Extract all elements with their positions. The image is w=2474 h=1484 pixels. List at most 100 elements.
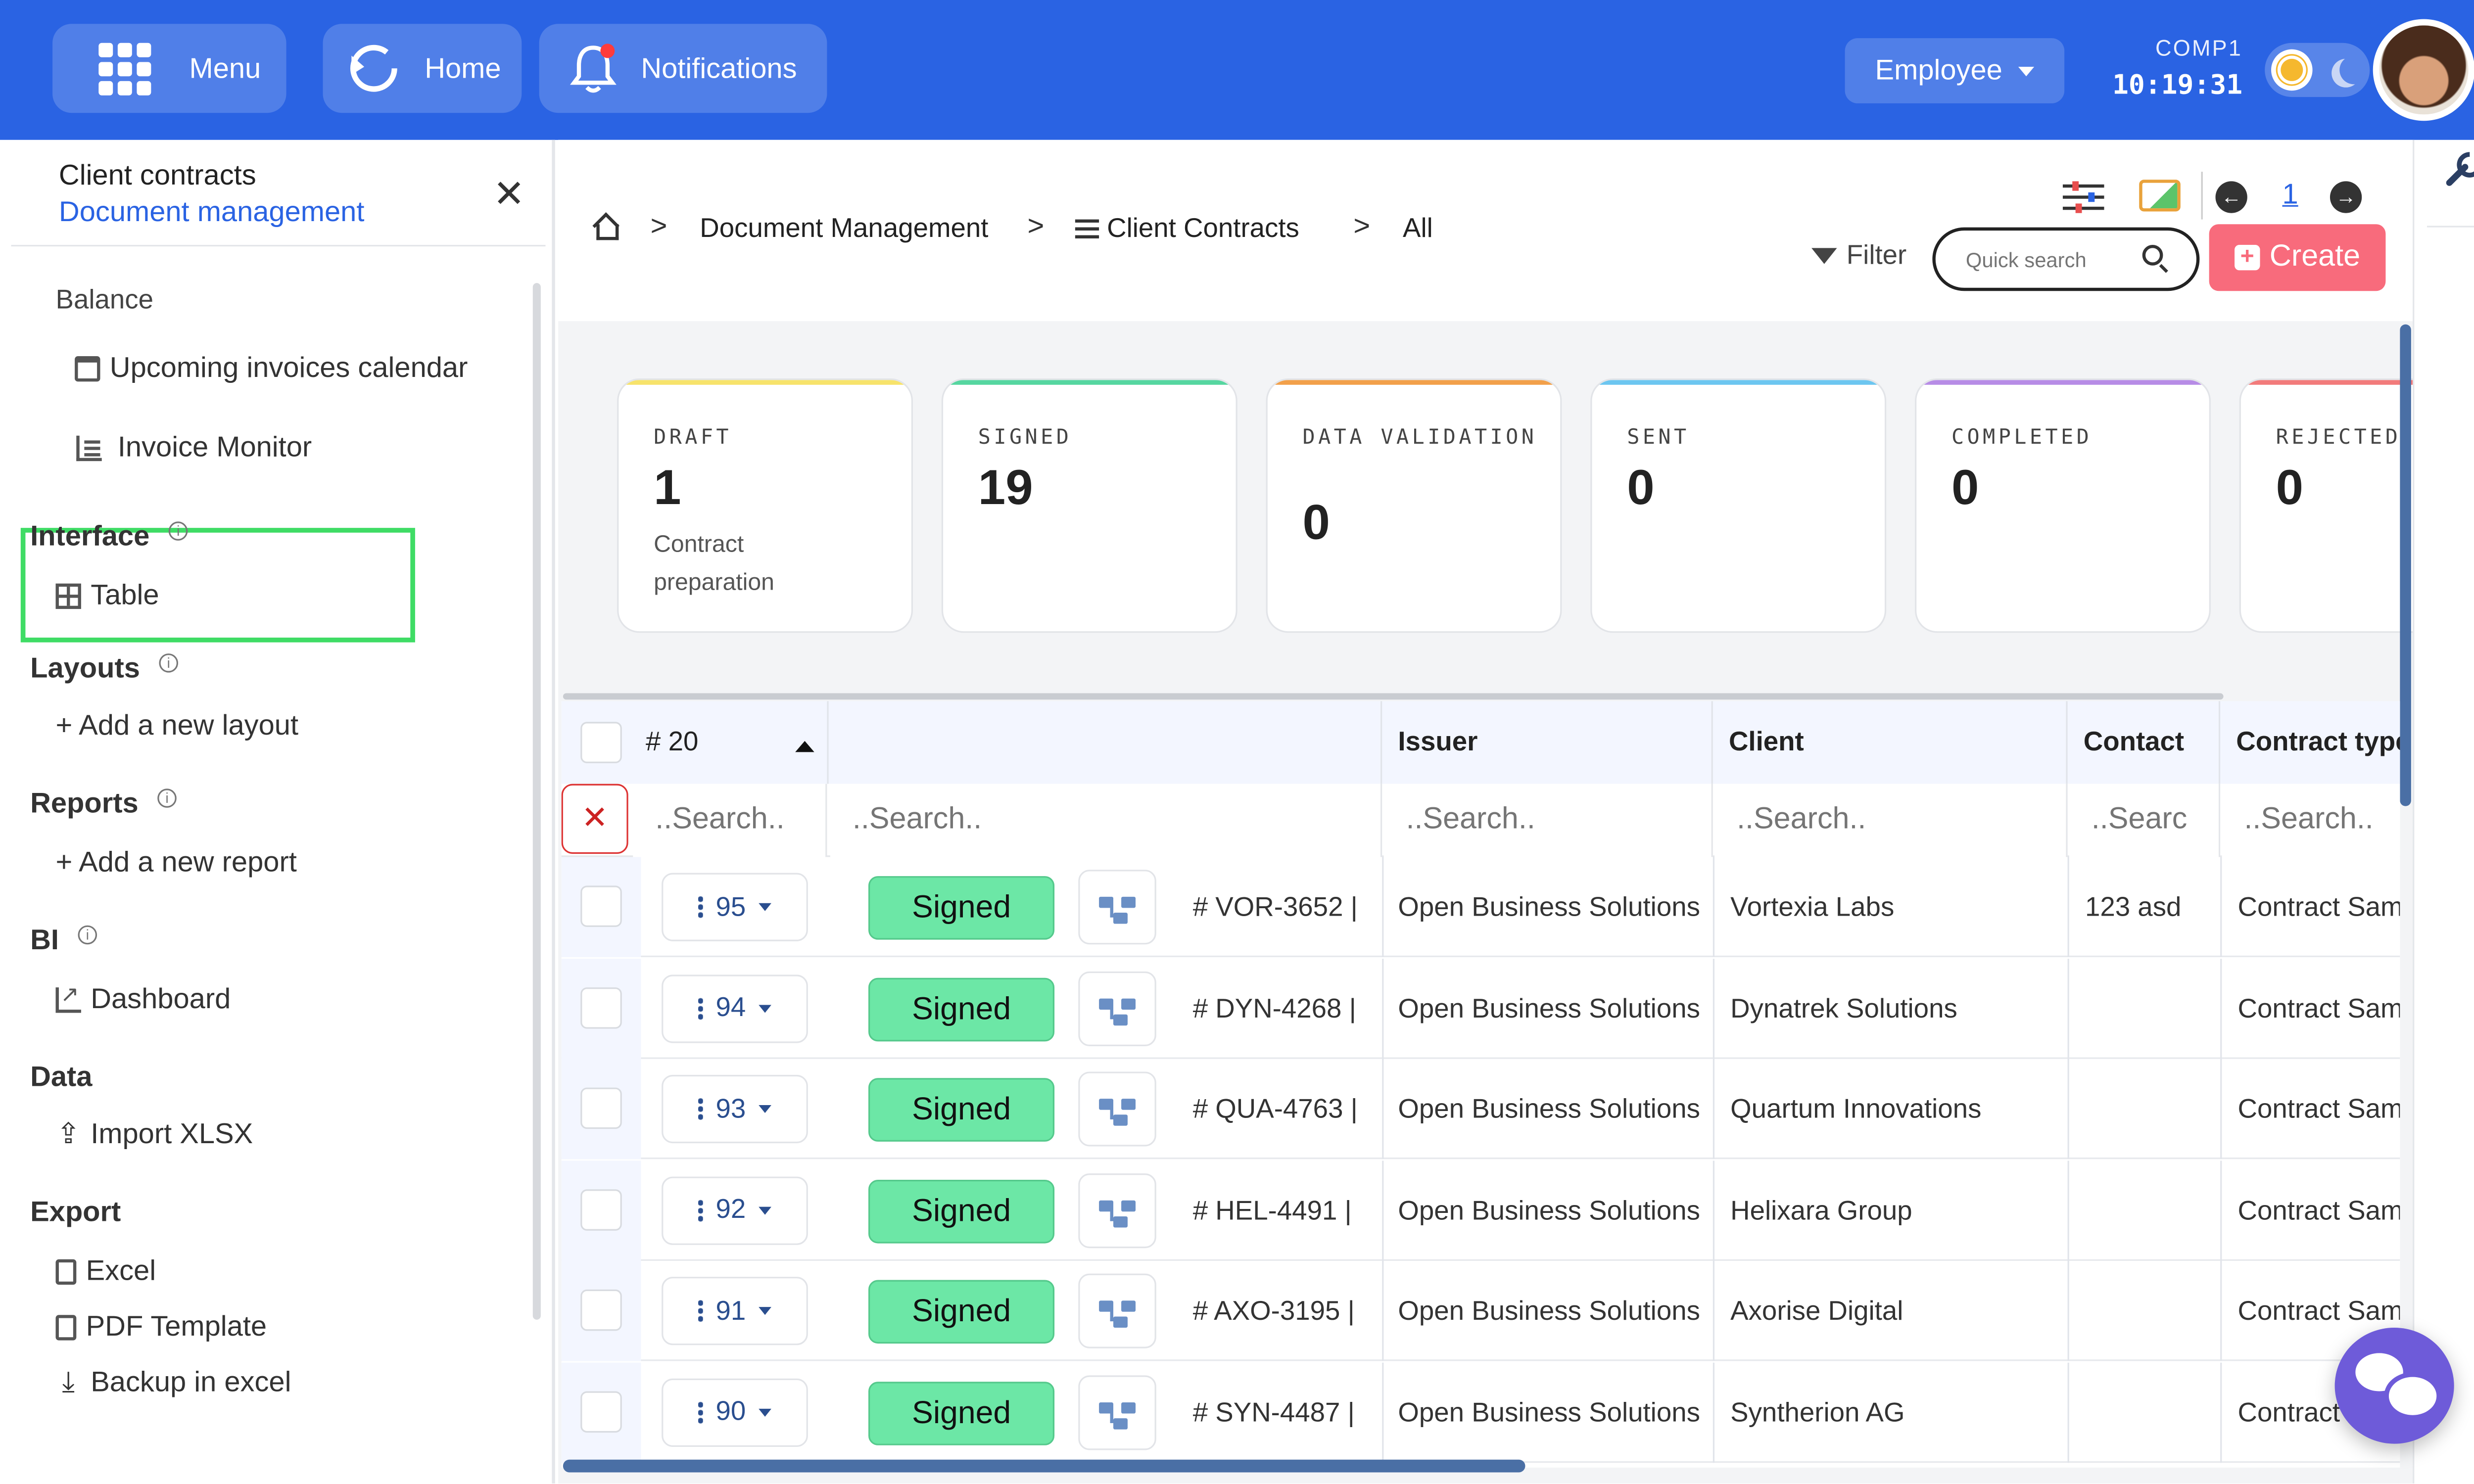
sidebar-item-label: Table bbox=[91, 579, 159, 611]
search-input-client[interactable] bbox=[1714, 784, 2068, 857]
column-header-issuer[interactable]: Issuer bbox=[1382, 701, 1713, 784]
status-card-signed[interactable]: SIGNED 19 bbox=[941, 378, 1237, 633]
row-checkbox[interactable] bbox=[580, 1188, 622, 1230]
table-row[interactable]: 94 Signed # DYN-4268 | Open Business Soluti… bbox=[561, 958, 2400, 1059]
row-checkbox[interactable] bbox=[580, 1289, 622, 1331]
contact-cell bbox=[2085, 1261, 2219, 1361]
workflow-icon[interactable] bbox=[1078, 1071, 1156, 1147]
arrow-right-icon[interactable]: → bbox=[2330, 181, 2362, 213]
sidebar-item-backup-excel[interactable]: ⤓ Backup in excel bbox=[56, 1366, 291, 1399]
divider bbox=[1382, 958, 1384, 1059]
column-header-client[interactable]: Client bbox=[1713, 701, 2068, 784]
role-dropdown[interactable]: Employee bbox=[1845, 38, 2065, 103]
image-gallery-icon[interactable] bbox=[2139, 180, 2181, 212]
search-input-contract-type[interactable] bbox=[2222, 784, 2400, 857]
menu-button[interactable]: Menu bbox=[52, 24, 286, 113]
table-row[interactable]: 92 Signed # HEL-4491 | Open Business Soluti… bbox=[561, 1159, 2400, 1260]
home-icon[interactable] bbox=[592, 213, 619, 240]
breadcrumb-document-management[interactable]: Document Management bbox=[700, 213, 988, 245]
status-card-draft[interactable]: DRAFT 1 Contract preparation bbox=[617, 378, 913, 633]
sidebar-item-dashboard[interactable]: Dashboard bbox=[55, 980, 231, 1016]
row-actions-dropdown[interactable]: 93 bbox=[662, 1074, 808, 1144]
sidebar-subtitle-link[interactable]: Document management bbox=[59, 195, 364, 229]
contact-cell: 123 asd bbox=[2085, 892, 2182, 923]
filter-button[interactable]: Filter bbox=[1811, 240, 1906, 272]
theme-toggle[interactable] bbox=[2265, 43, 2370, 97]
status-card-sent[interactable]: SENT 0 bbox=[1590, 378, 1887, 633]
add-report-link[interactable]: + Add a new report bbox=[56, 846, 297, 880]
row-checkbox[interactable] bbox=[580, 1087, 622, 1129]
avatar[interactable] bbox=[2373, 19, 2474, 121]
status-badge[interactable]: Signed bbox=[868, 1179, 1055, 1243]
close-icon[interactable]: ✕ bbox=[493, 172, 525, 218]
settings-sliders-icon[interactable] bbox=[2062, 180, 2104, 212]
add-layout-link[interactable]: + Add a new layout bbox=[56, 709, 299, 743]
workflow-icon[interactable] bbox=[1078, 1273, 1156, 1348]
info-icon[interactable]: i bbox=[78, 925, 97, 944]
row-actions-dropdown[interactable]: 90 bbox=[662, 1378, 808, 1446]
plus-icon: + bbox=[2235, 244, 2260, 271]
chat-icon[interactable] bbox=[2334, 1327, 2454, 1444]
row-checkbox[interactable] bbox=[580, 1390, 622, 1432]
column-header-contract-type[interactable]: Contract type bbox=[2220, 701, 2400, 784]
table-row[interactable]: 91 Signed # AXO-3195 | Open Business Soluti… bbox=[561, 1260, 2400, 1361]
row-actions-dropdown[interactable]: 94 bbox=[662, 974, 808, 1042]
row-actions-dropdown[interactable]: 91 bbox=[662, 1277, 808, 1345]
column-header-contact[interactable]: Contact bbox=[2068, 701, 2221, 784]
table-row[interactable]: 95 Signed # VOR-3652 | Open Business Soluti… bbox=[561, 857, 2400, 958]
status-card-data-validation[interactable]: DATA VALIDATION 0 bbox=[1266, 378, 1562, 633]
row-actions-dropdown[interactable]: 95 bbox=[662, 873, 808, 941]
divider bbox=[1713, 1059, 1715, 1159]
sidebar-item-invoice-monitor[interactable]: Invoice Monitor bbox=[76, 431, 312, 464]
sidebar-scrollbar[interactable] bbox=[532, 283, 541, 1320]
search-input-col1[interactable] bbox=[633, 784, 827, 857]
status-badge[interactable]: Signed bbox=[868, 977, 1055, 1041]
status-badge[interactable]: Signed bbox=[868, 876, 1055, 940]
workflow-icon[interactable] bbox=[1078, 1172, 1156, 1248]
sidebar-item-import-xlsx[interactable]: ⇪ Import XLSX bbox=[56, 1118, 253, 1152]
sort-ascending-icon[interactable] bbox=[795, 741, 814, 752]
user-photo bbox=[2379, 25, 2469, 115]
horizontal-scrollbar-bottom[interactable] bbox=[563, 1459, 1525, 1473]
client-cell: Vortexia Labs bbox=[1730, 892, 1895, 923]
breadcrumb-client-contracts[interactable]: Client Contracts bbox=[1075, 213, 1299, 245]
table-row[interactable]: 93 Signed # QUA-4763 | Open Business Soluti… bbox=[561, 1059, 2400, 1159]
sidebar-item-balance[interactable]: Balance bbox=[56, 284, 153, 316]
row-checkbox[interactable] bbox=[580, 885, 622, 927]
search-input-contact[interactable] bbox=[2069, 784, 2221, 857]
search-input-issuer[interactable] bbox=[1383, 784, 1713, 857]
info-icon[interactable]: i bbox=[159, 652, 179, 672]
info-icon[interactable]: i bbox=[157, 788, 177, 807]
page-number-link[interactable]: 1 bbox=[2283, 178, 2298, 212]
row-actions-dropdown[interactable]: 92 bbox=[662, 1175, 808, 1245]
select-all-checkbox[interactable] bbox=[580, 722, 622, 763]
status-card-completed[interactable]: COMPLETED 0 bbox=[1915, 378, 2211, 633]
vertical-scrollbar[interactable] bbox=[2400, 324, 2411, 806]
search-icon[interactable] bbox=[2142, 245, 2163, 266]
info-icon[interactable]: i bbox=[168, 520, 188, 540]
search-input-col2[interactable] bbox=[830, 784, 1382, 857]
status-badge[interactable]: Signed bbox=[868, 1381, 1055, 1445]
home-button[interactable]: Home bbox=[323, 24, 522, 113]
sidebar-item-table[interactable]: Table bbox=[55, 579, 159, 612]
row-checkbox[interactable] bbox=[580, 986, 622, 1028]
breadcrumb-all[interactable]: All bbox=[1403, 213, 1433, 245]
notifications-button[interactable]: Notifications bbox=[539, 24, 827, 113]
status-badge[interactable]: Signed bbox=[868, 1078, 1055, 1142]
column-header-blank[interactable] bbox=[827, 701, 1382, 784]
wrench-icon[interactable] bbox=[2445, 162, 2470, 187]
section-label: Export bbox=[30, 1196, 121, 1228]
workflow-icon[interactable] bbox=[1078, 971, 1156, 1046]
sidebar-item-upcoming-invoices[interactable]: Upcoming invoices calendar bbox=[75, 351, 468, 385]
sidebar-item-excel[interactable]: Excel bbox=[55, 1254, 156, 1288]
card-title: DRAFT bbox=[654, 426, 732, 450]
status-badge[interactable]: Signed bbox=[868, 1280, 1055, 1344]
arrow-left-icon[interactable]: ← bbox=[2215, 181, 2247, 213]
workflow-icon[interactable] bbox=[1078, 870, 1156, 945]
sidebar-item-pdf-template[interactable]: PDF Template bbox=[55, 1310, 267, 1344]
table-row[interactable]: 90 Signed # SYN-4487 | Open Business Soluti… bbox=[561, 1362, 2400, 1462]
clear-filters-icon[interactable]: ✕ bbox=[561, 784, 628, 854]
workflow-icon[interactable] bbox=[1078, 1374, 1156, 1449]
horizontal-scrollbar[interactable] bbox=[563, 693, 2224, 700]
create-button[interactable]: + Create bbox=[2209, 224, 2386, 291]
